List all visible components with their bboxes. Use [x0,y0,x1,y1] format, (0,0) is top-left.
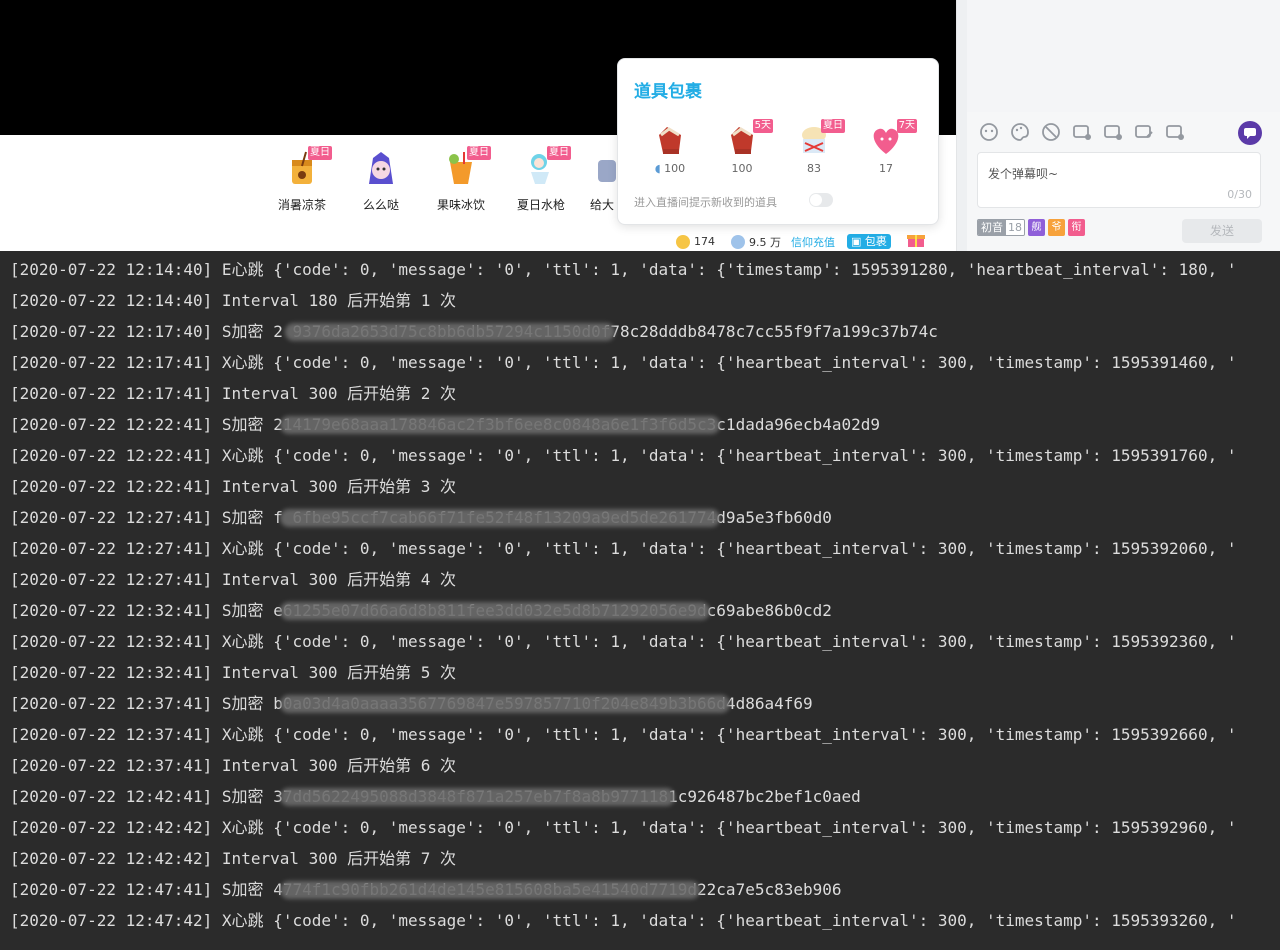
package-item[interactable]: 5天 100 [714,119,773,175]
terminal-log: [2020-07-22 12:14:40] E心跳 {'code': 0, 'm… [0,251,1280,950]
panel-edge [957,0,967,251]
item-quantity: 83 [807,162,821,175]
log-line: [2020-07-22 12:42:42] X心跳 {'code': 0, 'm… [10,818,1237,837]
gift-label: 消暑凉茶 [277,198,326,212]
danmaku-placeholder: 发个弹幕呗~ [988,167,1059,181]
gift-label: 果味冰饮 [436,198,485,212]
gift-label: 夏日水枪 [516,198,565,212]
log-line: [2020-07-22 12:37:41] Interval 300 后开始第 … [10,756,457,775]
gift-box-icon[interactable] [906,232,925,251]
gold-amount: 174 [694,235,715,248]
screen-icon-4[interactable] [1163,120,1187,144]
package-item[interactable]: 夏日 83 [786,119,845,175]
silver-coin-icon [731,234,745,249]
chat-panel: 发个弹幕呗~ 0/30 初音 18 舰 爷 衔 发送 [956,0,1280,251]
danmaku-input[interactable]: 发个弹幕呗~ 0/30 [977,152,1261,208]
fan-medal[interactable]: 初音 18 [977,219,1025,236]
gift-tag: 夏日 [547,146,571,160]
log-line: [2020-07-22 12:32:41] X心跳 {'code': 0, 'm… [10,632,1237,651]
package-popup: 道具包裹 ◖ 100 5天 100 夏日 83 7天 17 进入直播间提示新收到… [617,58,939,225]
fan-medal-name: 初音 [978,220,1006,235]
live-room-panel: 夏日 消暑凉茶 么么哒 夏日 果味冰饮 夏日 夏日水枪 给大 174 9.5 万 [0,0,1280,251]
partial-gift-icon [580,148,620,188]
gift-label: 给大 [590,198,615,212]
gift-label: 么么哒 [362,198,399,212]
new-item-toggle[interactable] [809,193,833,207]
log-line: [2020-07-22 12:17:41] X心跳 {'code': 0, 'm… [10,353,1237,372]
package-item[interactable]: 7天 17 [858,119,917,175]
kiss-icon [361,148,401,188]
log-line: [2020-07-22 12:22:41] X心跳 {'code': 0, 'm… [10,446,1237,465]
new-item-hint: 进入直播间提示新收到的道具 [634,196,777,209]
package-item[interactable]: ◖ 100 [642,121,698,175]
gift-kiss[interactable]: 么么哒 [341,148,421,213]
badge-row: 初音 18 舰 爷 衔 [977,219,1085,236]
log-line: [2020-07-22 12:14:40] Interval 180 后开始第 … [10,291,457,310]
log-line: [2020-07-22 12:27:41] Interval 300 后开始第 … [10,570,457,589]
redaction-blur [285,323,615,341]
send-button[interactable]: 发送 [1182,219,1262,243]
gift-water-gun[interactable]: 夏日 夏日水枪 [501,146,581,213]
item-tag: 夏日 [821,119,845,133]
char-counter: 0/30 [1227,188,1252,201]
heart-icon: 7天 [867,119,917,159]
log-line: [2020-07-22 12:17:41] Interval 300 后开始第 … [10,384,457,403]
gift-tag: 夏日 [467,146,491,160]
glove-icon [651,121,689,159]
log-line: [2020-07-22 12:22:41] Interval 300 后开始第 … [10,477,457,496]
recharge-link[interactable]: 信仰充值 [791,234,835,250]
water-gun-icon: 夏日 [521,146,571,188]
glove-icon: 5天 [723,119,773,159]
gold-coin-icon [676,234,690,249]
package-icon: ▣ [851,235,862,248]
screen-icon-3[interactable] [1132,120,1156,144]
redaction-blur [280,788,675,806]
chat-bubble-icon[interactable] [1238,121,1262,145]
fan-medal-level: 18 [1006,220,1024,235]
gift-fruit-drink[interactable]: 夏日 果味冰饮 [421,146,501,213]
screen-icon-2[interactable] [1101,120,1125,144]
captain-badge: 舰 [1028,219,1045,236]
log-line: [2020-07-22 12:27:41] X心跳 {'code': 0, 'm… [10,539,1237,558]
shaved-ice-icon: 夏日 [795,119,845,159]
item-tag: 5天 [752,119,773,133]
gift-tag: 夏日 [308,146,332,160]
redaction-blur [280,695,730,713]
log-line: [2020-07-22 12:37:41] X心跳 {'code': 0, 'm… [10,725,1237,744]
redaction-blur [280,509,720,527]
rank-badge: 衔 [1068,219,1085,236]
title-badge: 爷 [1048,219,1065,236]
log-line: [2020-07-22 12:42:42] Interval 300 后开始第 … [10,849,457,868]
log-line: [2020-07-22 12:47:42] X心跳 {'code': 0, 'm… [10,911,1237,930]
item-quantity: 17 [879,162,893,175]
redaction-blur [280,416,720,434]
fruit-drink-icon: 夏日 [441,146,491,188]
popup-title: 道具包裹 [634,82,702,102]
chat-toolbar [977,120,1187,144]
cooling-tea-icon: 夏日 [282,146,332,188]
redaction-blur [280,881,700,899]
wallet-bar: 174 9.5 万 信仰充值 ▣ 包裹 [676,232,925,251]
silver-amount: 9.5 万 [749,235,781,249]
gift-cooling-tea[interactable]: 夏日 消暑凉茶 [262,146,342,213]
log-line: [2020-07-22 12:32:41] Interval 300 后开始第 … [10,663,457,682]
screen-icon-1[interactable] [1070,120,1094,144]
item-tag: 7天 [896,119,917,133]
block-icon[interactable] [1039,120,1063,144]
emoji-icon[interactable] [977,120,1001,144]
package-label: 包裹 [864,235,887,248]
log-line: [2020-07-22 12:14:40] E心跳 {'code': 0, 'm… [10,260,1237,279]
chat-history [967,0,1280,112]
package-button[interactable]: ▣ 包裹 [847,234,891,249]
redaction-blur [280,602,710,620]
palette-icon[interactable] [1008,120,1032,144]
item-quantity: 100 [731,162,753,175]
gift-partial[interactable]: 给大 [580,148,620,213]
item-quantity: ◖ 100 [654,162,686,175]
